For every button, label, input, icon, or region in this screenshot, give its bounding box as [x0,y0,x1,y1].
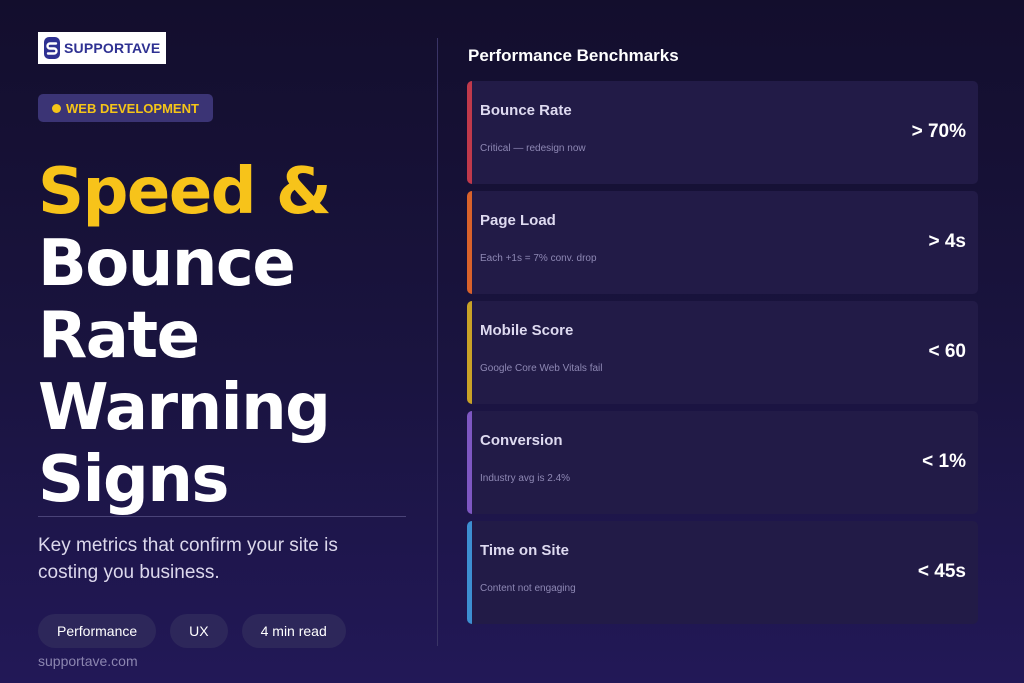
benchmark-note: Critical — redesign now [480,143,586,154]
tag-ux[interactable]: UX [170,614,228,648]
brand-name: SUPPORTAVE [64,40,161,56]
benchmark-card-mobile-score: Mobile Score Google Core Web Vitals fail… [467,301,978,404]
page-title: Speed & Bounce Rate Warning Signs [38,156,418,516]
title-line: Warning [38,371,331,445]
tag-list: Performance UX 4 min read [38,614,346,648]
title-highlight: Speed & [38,155,332,229]
tag-read-time[interactable]: 4 min read [241,614,346,648]
tag-performance[interactable]: Performance [38,614,157,648]
subtitle: Key metrics that confirm your site is co… [38,535,338,583]
benchmark-card-page-load: Page Load Each +1s = 7% conv. drop > 4s [467,191,978,294]
benchmark-card-conversion: Conversion Industry avg is 2.4% < 1% [467,411,978,514]
accent-bar [467,191,472,294]
benchmark-card-time-on-site: Time on Site Content not engaging < 45s [467,521,978,624]
accent-bar [467,81,472,184]
column-divider [437,38,438,646]
category-dot-icon [52,103,61,113]
benchmark-note: Industry avg is 2.4% [480,473,571,484]
supportave-logo-icon [44,37,60,59]
accent-bar [467,411,472,514]
category-label: WEB DEVELOPMENT [66,100,199,116]
benchmark-label: Bounce Rate [480,102,572,119]
benchmark-value: > 70% [911,121,966,142]
benchmark-note: Google Core Web Vitals fail [480,363,603,374]
benchmark-list: Bounce Rate Critical — redesign now > 70… [467,81,978,631]
brand-logo: SUPPORTAVE [38,32,166,64]
category-badge: WEB DEVELOPMENT [38,94,213,122]
panel-title: Performance Benchmarks [468,46,679,65]
benchmark-note: Content not engaging [480,583,576,594]
benchmark-value: > 4s [928,231,966,252]
accent-bar [467,521,472,624]
title-line: Bounce [38,227,296,301]
title-line: Signs [38,443,230,517]
benchmark-value: < 60 [928,341,966,362]
benchmark-label: Conversion [480,432,563,449]
benchmark-card-bounce-rate: Bounce Rate Critical — redesign now > 70… [467,81,978,184]
accent-bar [467,301,472,404]
benchmark-value: < 1% [922,451,966,472]
title-line: Rate [38,299,200,373]
benchmark-label: Page Load [480,212,556,229]
benchmark-label: Time on Site [480,542,569,559]
benchmark-note: Each +1s = 7% conv. drop [480,253,597,264]
benchmark-value: < 45s [917,561,966,582]
site-url[interactable]: supportave.com [38,653,138,669]
divider [38,516,406,517]
benchmark-label: Mobile Score [480,322,574,339]
